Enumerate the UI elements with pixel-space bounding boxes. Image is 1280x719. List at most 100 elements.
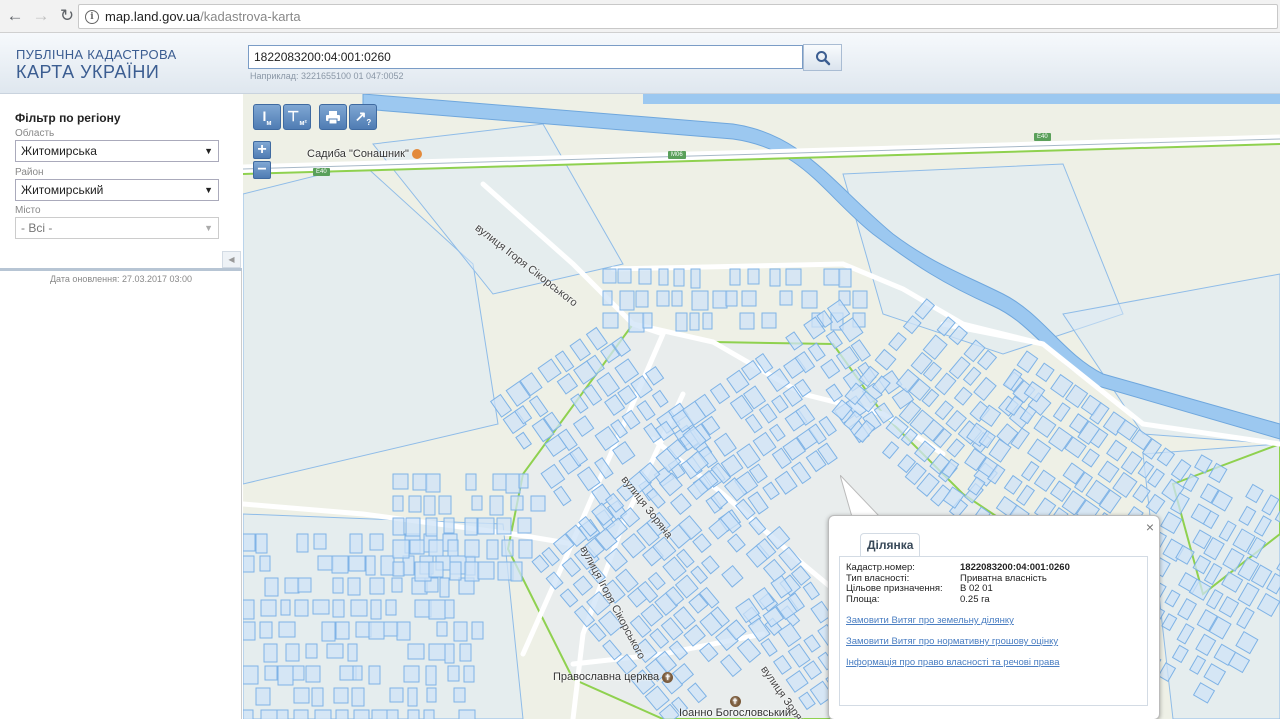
land-parcel[interactable] [748,516,767,536]
land-parcel[interactable] [352,665,363,681]
land-parcel[interactable] [553,485,572,507]
land-parcel[interactable] [772,654,792,675]
land-parcel[interactable] [409,539,425,555]
land-parcel[interactable] [405,517,421,537]
land-parcel[interactable] [771,394,789,414]
land-parcel[interactable] [332,577,344,594]
land-parcel[interactable] [719,654,743,678]
land-parcel[interactable] [692,533,712,554]
land-parcel[interactable] [423,709,435,719]
land-parcel[interactable] [471,495,483,511]
land-parcel[interactable] [713,432,737,457]
land-parcel[interactable] [762,481,780,501]
land-parcel[interactable] [293,709,309,719]
land-parcel[interactable] [651,389,669,408]
land-parcel[interactable] [243,533,256,552]
land-parcel[interactable] [1218,520,1237,542]
land-parcel[interactable] [464,539,480,558]
land-parcel[interactable] [423,495,436,516]
land-parcel[interactable] [807,342,826,362]
land-parcel[interactable] [311,687,324,707]
land-parcel[interactable] [576,466,601,492]
land-parcel[interactable] [712,290,728,309]
land-parcel[interactable] [769,268,781,287]
land-parcel[interactable] [1035,362,1055,383]
land-parcel[interactable] [761,312,777,329]
land-parcel[interactable] [392,517,405,536]
land-parcel[interactable] [259,621,273,639]
land-parcel[interactable] [368,665,381,685]
land-parcel[interactable] [333,687,349,704]
land-parcel[interactable] [602,312,619,329]
land-parcel[interactable] [698,642,719,663]
land-parcel[interactable] [1195,633,1217,657]
land-parcel[interactable] [642,312,653,329]
land-parcel[interactable] [428,599,446,620]
land-parcel[interactable] [443,517,455,534]
land-parcel[interactable] [946,438,966,458]
land-parcel[interactable] [351,687,365,707]
land-parcel[interactable] [489,393,513,418]
land-parcel[interactable] [392,473,409,490]
land-parcel[interactable] [614,358,640,384]
land-parcel[interactable] [1274,502,1280,526]
land-parcel[interactable] [255,687,271,706]
land-parcel[interactable] [1160,511,1183,535]
land-parcel[interactable] [335,621,350,640]
land-parcel[interactable] [709,382,731,405]
land-parcel[interactable] [1081,448,1100,468]
land-parcel[interactable] [1238,505,1257,526]
raion-select[interactable]: Житомирський ▼ [15,179,219,201]
land-parcel[interactable] [407,709,420,719]
land-parcel[interactable] [335,709,349,719]
land-parcel[interactable] [294,599,309,617]
land-parcel[interactable] [934,372,957,396]
land-parcel[interactable] [305,665,321,683]
land-parcel[interactable] [348,555,366,572]
land-parcel[interactable] [453,687,466,703]
land-parcel[interactable] [1236,606,1255,630]
land-parcel[interactable] [353,709,370,719]
land-parcel[interactable] [635,290,649,308]
land-parcel[interactable] [477,561,495,580]
land-parcel[interactable] [425,473,441,493]
land-parcel[interactable] [726,533,746,553]
land-parcel[interactable] [874,348,897,371]
land-parcel[interactable] [1157,662,1177,683]
land-parcel[interactable] [602,639,622,661]
land-parcel[interactable] [798,691,816,711]
land-parcel[interactable] [825,330,843,350]
land-parcel[interactable] [510,495,524,511]
land-parcel[interactable] [820,358,841,379]
order-extract-link[interactable]: Замовити Витяг про земельну ділянку [846,615,1014,626]
land-parcel[interactable] [1192,682,1216,704]
land-parcel[interactable] [392,539,410,559]
land-parcel[interactable] [347,643,358,662]
land-parcel[interactable] [585,326,608,351]
land-parcel[interactable] [913,440,936,463]
land-parcel[interactable] [383,621,399,637]
land-parcel[interactable] [1256,592,1280,618]
land-parcel[interactable] [453,621,468,642]
land-parcel[interactable] [1015,484,1036,506]
land-parcel[interactable] [1003,474,1023,495]
land-parcel[interactable] [496,517,512,535]
land-parcel[interactable] [259,555,271,572]
land-parcel[interactable] [518,473,529,489]
cadastral-map[interactable]: Iм ⊤м² ↗? + − Садиба "Сонашник" вулиця І… [243,94,1280,719]
land-parcel[interactable] [332,599,345,618]
land-parcel[interactable] [802,660,823,680]
land-parcel[interactable] [1171,644,1189,664]
land-parcel[interactable] [312,599,330,615]
print-button[interactable] [319,104,347,130]
land-parcel[interactable] [1161,613,1178,632]
land-parcel[interactable] [729,268,741,286]
land-parcel[interactable] [1203,663,1227,686]
land-parcel[interactable] [428,643,446,661]
land-parcel[interactable] [463,665,475,683]
land-parcel[interactable] [243,665,259,685]
misto-select[interactable]: - Всі - ▼ [15,217,219,239]
land-parcel[interactable] [1026,438,1052,463]
land-parcel[interactable] [380,555,395,576]
land-parcel[interactable] [747,268,760,285]
